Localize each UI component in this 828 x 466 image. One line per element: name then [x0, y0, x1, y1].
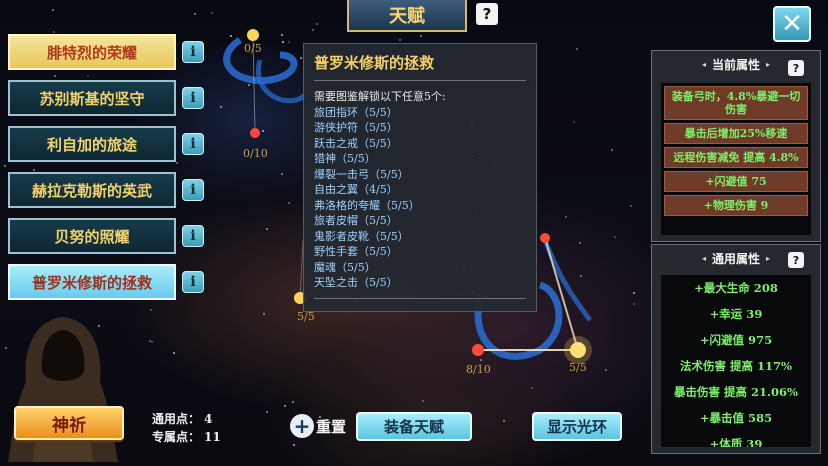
hero-item-journey[interactable]: 利自加的旅途: [8, 126, 176, 162]
divider: [314, 298, 526, 299]
attribute-item: 法术伤害 提高 117%: [680, 359, 792, 373]
hero-item-frederick[interactable]: 腓特烈的荣耀: [8, 34, 176, 70]
node-star-red[interactable]: [472, 344, 484, 356]
help-icon[interactable]: ?: [788, 252, 804, 268]
page-title: 天赋: [347, 0, 467, 32]
attribute-item: 远程伤害减免 提高 4.8%: [664, 147, 808, 168]
node-label: 5/5: [569, 361, 587, 374]
special-points-value: 11: [204, 430, 221, 444]
info-icon[interactable]: i: [182, 271, 204, 293]
tooltip-requirement: 旅者皮帽（5/5）: [314, 214, 398, 227]
reset-button-label: 重置: [316, 417, 347, 436]
reset-button[interactable]: + 重置: [290, 412, 346, 440]
general-points: 通用点： 4: [152, 410, 212, 427]
tooltip-intro: 需要图鉴解锁以下任意5个:: [314, 90, 446, 103]
general-points-label: 通用点：: [152, 412, 201, 426]
node-star-lit[interactable]: [247, 29, 259, 41]
hero-item-sobieski[interactable]: 苏别斯基的坚守: [8, 80, 176, 116]
arrow-left-icon: ◂: [701, 253, 706, 263]
plus-circle-icon: +: [290, 414, 314, 438]
attribute-item: +体质 39: [709, 437, 763, 447]
divider: [314, 80, 526, 81]
arrow-right-icon: ▸: [766, 253, 771, 263]
attribute-item: +闪避值 975: [699, 333, 773, 347]
tooltip-requirement: 魔魂（5/5）: [314, 260, 376, 274]
attribute-item: 装备弓时，4.8%暴避一切伤害: [664, 86, 808, 120]
close-icon: ✕: [781, 9, 803, 39]
tooltip-requirement: 猎神（5/5）: [314, 152, 376, 165]
help-icon[interactable]: ?: [476, 3, 498, 25]
tooltip-title: 普罗米修斯的拯救: [314, 54, 435, 72]
hero-item-label: 赫拉克勒斯的英武: [31, 181, 152, 200]
equip-talent-button[interactable]: 装备天赋: [356, 412, 472, 441]
attribute-item: +幸运 39: [709, 307, 763, 321]
hero-item-label: 腓特烈的荣耀: [46, 43, 137, 62]
tooltip-requirement: 爆裂一击弓（5/5）: [314, 167, 409, 181]
node-star-red[interactable]: [540, 233, 550, 243]
special-points-label: 专属点：: [152, 430, 201, 444]
tooltip-requirement: 鬼影者皮靴（5/5）: [314, 229, 409, 243]
tooltip-requirement: 弗洛格的夸耀（5/5）: [314, 198, 420, 212]
info-icon[interactable]: i: [182, 225, 204, 247]
show-halo-button[interactable]: 显示光环: [532, 412, 622, 441]
tooltip-requirement: 旅团指环（5/5）: [314, 105, 398, 119]
pray-button[interactable]: 神祈: [14, 406, 124, 440]
general-attributes-panel: ◂ 通用属性 ▸ ? +最大生命 208 +幸运 39 +闪避值 975 法术伤…: [651, 244, 821, 454]
hero-item-bennu[interactable]: 贝努的照耀: [8, 218, 176, 254]
hero-item-heracles[interactable]: 赫拉克勒斯的英武: [8, 172, 176, 208]
tooltip-requirement: 野性手套（5/5）: [314, 245, 398, 258]
node-star-red[interactable]: [250, 128, 260, 138]
help-icon[interactable]: ?: [788, 60, 804, 76]
current-attributes-list: 装备弓时，4.8%暴避一切伤害 暴击后增加25%移速 远程伤害减免 提高 4.8…: [661, 83, 811, 235]
constellation-swirl: [542, 239, 593, 322]
attribute-item: 暴击后增加25%移速: [664, 123, 808, 144]
hero-item-label: 普罗米修斯的拯救: [31, 273, 152, 292]
arrow-right-icon: ▸: [766, 59, 771, 69]
tooltip-requirement: 自由之翼（4/5）: [314, 183, 398, 196]
node-label: 8/10: [466, 363, 491, 376]
talent-tooltip: 普罗米修斯的拯救 需要图鉴解锁以下任意5个: 旅团指环（5/5） 游侠护符（5/…: [303, 43, 537, 312]
info-icon[interactable]: i: [182, 133, 204, 155]
attribute-item: +闪避值 75: [664, 171, 808, 192]
attribute-item: +物理伤害 9: [664, 195, 808, 216]
attribute-item: 暴击伤害 提高 21.06%: [674, 385, 798, 399]
info-icon[interactable]: i: [182, 87, 204, 109]
attribute-item: +最大生命 208: [694, 281, 778, 295]
tooltip-requirement: 游侠护符（5/5）: [314, 121, 398, 134]
special-points: 专属点： 11: [152, 428, 221, 445]
arrow-left-icon: ◂: [701, 59, 706, 69]
info-icon[interactable]: i: [182, 41, 204, 63]
node-label: 0/5: [244, 42, 262, 55]
attribute-item: +暴击值 585: [699, 411, 773, 425]
general-attributes-list: +最大生命 208 +幸运 39 +闪避值 975 法术伤害 提高 117% 暴…: [661, 275, 811, 447]
close-button[interactable]: ✕: [773, 6, 811, 42]
info-icon[interactable]: i: [182, 179, 204, 201]
current-attributes-panel: ◂ 当前属性 ▸ ? 装备弓时，4.8%暴避一切伤害 暴击后增加25%移速 远程…: [651, 50, 821, 242]
tooltip-requirement: 跃击之戒（5/5）: [314, 136, 398, 150]
node-glow: [564, 336, 592, 364]
hero-item-label: 利自加的旅途: [46, 135, 137, 154]
tooltip-requirement: 天坠之击（5/5）: [314, 276, 398, 289]
hero-item-prometheus[interactable]: 普罗米修斯的拯救: [8, 264, 176, 300]
node-label: 0/10: [243, 147, 268, 160]
hero-item-label: 贝努的照耀: [54, 227, 130, 246]
general-points-value: 4: [204, 412, 213, 426]
hero-item-label: 苏别斯基的坚守: [39, 89, 145, 108]
